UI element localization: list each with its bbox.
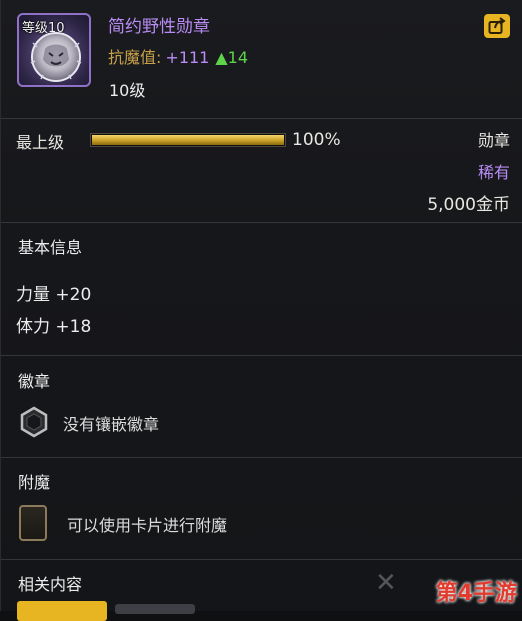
emblem-empty-text: 没有镶嵌徽章 [63,415,160,434]
upgrade-label: 最上级 [16,133,65,152]
related-tab[interactable] [115,604,195,614]
magic-resist-row: 抗魔值: +111 ▲14 [108,44,248,68]
magic-resist-label: 抗魔值: [108,48,162,67]
stat-stamina: 体力 +18 [16,317,92,337]
card-slot-icon[interactable] [19,505,47,541]
item-level-text: 10级 [109,81,146,100]
item-header: 等级10 简约野性勋章 抗魔值: +111 ▲14 10级 [1,0,522,118]
watermark-text: 第4手游 [435,581,517,606]
emblem-socket-icon [20,406,48,438]
share-icon [488,17,506,34]
item-rarity: 稀有 [477,163,510,182]
upgrade-percent: 100% [292,130,341,150]
emblem-slot-row[interactable]: 没有镶嵌徽章 [18,402,508,442]
watermark-logo-icon: ✕ [375,568,397,598]
related-title: 相关内容 [18,575,83,594]
item-type: 勋章 [477,131,510,150]
item-price: 5,000金币 [427,195,510,215]
wolf-emblem-icon [30,32,82,82]
magic-resist-change: ▲14 [215,48,249,67]
divider [1,355,522,356]
enchant-title: 附魔 [18,473,51,492]
item-tooltip-panel: 等级10 简约野性勋章 抗魔值: +111 ▲14 10级 最上级 100% 勋… [0,0,522,621]
divider [1,222,522,223]
share-button[interactable] [484,14,510,38]
emblem-title: 徽章 [18,372,51,391]
magic-resist-value: +111 [165,48,210,67]
divider [1,118,522,119]
stat-strength: 力量 +20 [16,285,92,305]
site-watermark: ✕ 第4手游 [369,560,521,611]
item-icon-frame[interactable]: 等级10 [17,13,91,87]
upgrade-progress-fill [92,135,284,145]
item-name: 简约野性勋章 [108,17,210,37]
enchant-hint-text: 可以使用卡片进行附魔 [67,516,228,535]
upgrade-progress-bar [90,133,286,147]
divider [1,457,522,458]
basic-info-title: 基本信息 [18,238,83,257]
related-tab-active[interactable] [17,601,107,621]
